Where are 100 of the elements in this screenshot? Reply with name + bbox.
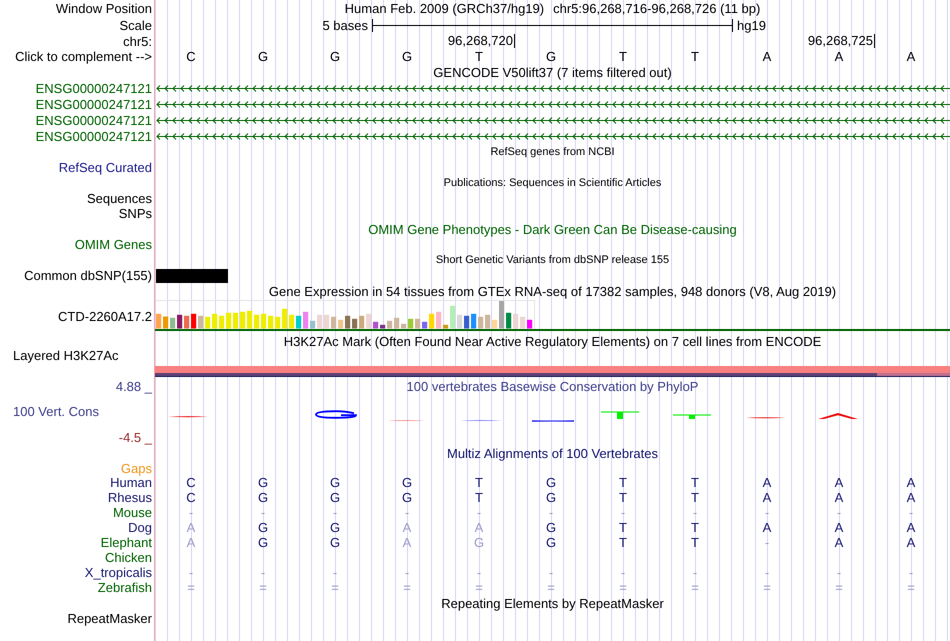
gene-line[interactable] bbox=[155, 132, 950, 140]
alignment-base: T bbox=[691, 535, 699, 550]
track-title: Repeating Elements by RepeatMasker bbox=[441, 596, 664, 610]
base-letter: G bbox=[402, 49, 412, 64]
alignment-base: T bbox=[691, 475, 699, 490]
alignment-base: G bbox=[474, 535, 484, 550]
axis-label: 4.88 _ bbox=[116, 378, 152, 394]
base-letter: A bbox=[834, 49, 844, 64]
alignment-base: = bbox=[547, 580, 555, 595]
expression-bar[interactable] bbox=[345, 316, 350, 328]
track-title: GENCODE V50lift37 (7 items filtered out) bbox=[433, 64, 672, 80]
alignment-base: - bbox=[260, 505, 266, 520]
expression-bar[interactable] bbox=[499, 301, 504, 328]
expression-bar[interactable] bbox=[373, 322, 378, 328]
expression-bar[interactable] bbox=[380, 324, 386, 328]
alignment-base: = bbox=[403, 580, 411, 595]
alignment-base: G bbox=[330, 520, 340, 535]
base-letter: G bbox=[258, 49, 268, 64]
species-label: Mouse bbox=[112, 505, 152, 520]
position-range: chr5:96,268,716-96,268,726 (11 bp) bbox=[553, 1, 760, 16]
alignment-base: - bbox=[476, 505, 482, 520]
alignment-base: A bbox=[762, 490, 772, 505]
alignment-base: - bbox=[836, 505, 842, 520]
track-title: Multiz Alignments of 100 Vertebrates bbox=[446, 446, 658, 460]
alignment-base: G bbox=[546, 490, 556, 505]
alignment-base: G bbox=[546, 475, 556, 490]
alignment-base: - bbox=[764, 535, 770, 550]
species-label: Rhesus bbox=[108, 490, 152, 505]
alignment-base: A bbox=[762, 520, 772, 535]
alignment-base: - bbox=[476, 565, 482, 580]
expression-bar[interactable] bbox=[443, 324, 448, 328]
track-title: RefSeq genes from NCBI bbox=[490, 146, 615, 158]
expression-bar[interactable] bbox=[464, 316, 470, 328]
base-letter: T bbox=[691, 49, 699, 64]
alignment-base: - bbox=[908, 505, 914, 520]
alignment-base: = bbox=[691, 580, 699, 595]
alignment-base: G bbox=[258, 535, 268, 550]
alignment-base: T bbox=[619, 535, 627, 550]
gene-line[interactable] bbox=[155, 100, 950, 108]
track-label[interactable]: ENSG00000247121 bbox=[36, 96, 152, 112]
track-label[interactable]: ENSG00000247121 bbox=[36, 112, 152, 128]
ruler-label: Window Position bbox=[56, 1, 152, 16]
alignment-base: G bbox=[330, 490, 340, 505]
alignment-base: A bbox=[402, 520, 412, 535]
track-label[interactable]: ENSG00000247121 bbox=[36, 128, 152, 144]
track-title: OMIM Gene Phenotypes - Dark Green Can Be Disease-causing bbox=[368, 222, 737, 236]
species-label: Zebrafish bbox=[98, 580, 152, 595]
alignment-base: - bbox=[188, 565, 194, 580]
track-label[interactable]: ENSG00000247121 bbox=[36, 80, 152, 96]
alignment-base: = bbox=[835, 580, 843, 595]
expression-bar[interactable] bbox=[184, 316, 190, 328]
coordinate-label: 96,268,720 bbox=[448, 34, 515, 48]
track-label[interactable]: SNPs bbox=[118, 206, 152, 221]
alignment-base: - bbox=[836, 565, 842, 580]
species-label: Chicken bbox=[105, 550, 152, 565]
ruler-label: chr5: bbox=[123, 34, 152, 48]
variant-bar[interactable] bbox=[156, 268, 228, 282]
alignment-base: A bbox=[402, 535, 412, 550]
alignment-base: A bbox=[906, 535, 916, 550]
track-label[interactable]: OMIM Genes bbox=[74, 237, 152, 252]
track-label[interactable]: RepeatMasker bbox=[67, 611, 152, 626]
alignment-base: - bbox=[332, 505, 338, 520]
track-label[interactable]: CTD-2260A17.2 bbox=[58, 308, 152, 324]
alignment-base: G bbox=[330, 475, 340, 490]
track-label[interactable]: Common dbSNP(155) bbox=[24, 268, 152, 283]
expression-bar[interactable] bbox=[191, 314, 196, 328]
expression-bar[interactable] bbox=[471, 314, 476, 328]
track-label[interactable]: RefSeq Curated bbox=[58, 160, 152, 175]
expression-bar[interactable] bbox=[352, 318, 358, 328]
track-label[interactable]: Sequences bbox=[86, 191, 152, 206]
expression-bar[interactable] bbox=[506, 312, 512, 328]
gene-line[interactable] bbox=[155, 84, 950, 92]
base-letter: A bbox=[906, 49, 916, 64]
alignment-base: C bbox=[186, 490, 196, 505]
alignment-base: - bbox=[692, 565, 698, 580]
scale-label: 5 bases bbox=[322, 18, 368, 32]
alignment-base: T bbox=[691, 520, 699, 535]
complement-link[interactable]: Click to complement --> bbox=[15, 49, 152, 64]
alignment-base: G bbox=[402, 490, 412, 505]
alignment-base: G bbox=[546, 535, 556, 550]
species-label: X_tropicalis bbox=[84, 565, 152, 580]
alignment-base: A bbox=[474, 520, 484, 535]
alignment-base: G bbox=[402, 475, 412, 490]
alignment-base: G bbox=[258, 475, 268, 490]
conservation-mark bbox=[168, 416, 208, 418]
base-letter: T bbox=[475, 49, 483, 64]
expression-bar[interactable] bbox=[303, 312, 308, 328]
expression-bar[interactable] bbox=[177, 314, 182, 328]
alignment-base: - bbox=[620, 505, 626, 520]
track-label[interactable]: 100 Vert. Cons bbox=[13, 404, 99, 419]
alignment-base: A bbox=[834, 490, 844, 505]
track-label[interactable]: Layered H3K27Ac bbox=[13, 348, 119, 363]
alignment-base: - bbox=[548, 565, 554, 580]
alignment-base: - bbox=[404, 565, 410, 580]
alignment-base: - bbox=[620, 565, 626, 580]
gene-line[interactable] bbox=[155, 116, 950, 124]
alignment-base: A bbox=[834, 535, 844, 550]
expression-bar[interactable] bbox=[527, 320, 532, 328]
species-label: Dog bbox=[128, 520, 152, 535]
expression-bar[interactable] bbox=[422, 322, 428, 328]
